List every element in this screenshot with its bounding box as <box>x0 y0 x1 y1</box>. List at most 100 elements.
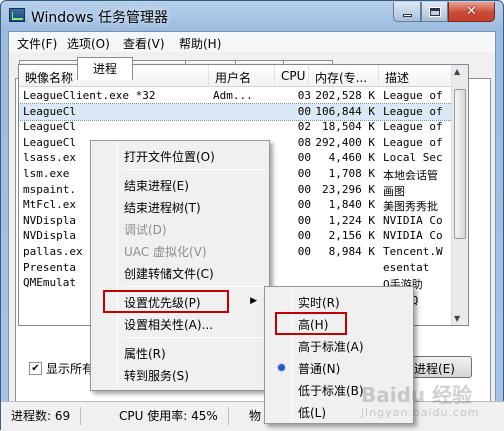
menu-item-label: 设置相关性(A)... <box>124 318 214 332</box>
priority-option[interactable]: 实时(R) <box>267 291 411 313</box>
maximize-button[interactable] <box>421 2 448 22</box>
menu-item-label: 转到服务(S) <box>124 369 189 383</box>
baidu-watermark: Baidu 经验 jingyan.baidu.com <box>361 379 480 419</box>
cell-user: Adm... <box>213 89 253 102</box>
menu-item-label: 结束进程树(T) <box>124 201 201 215</box>
context-menu-item[interactable]: 设置优先级(P) ▶ <box>93 290 267 313</box>
maximize-icon <box>428 6 441 17</box>
menu-separator <box>122 337 265 338</box>
cell-image-name: LeagueClient.exe *32 <box>23 89 156 102</box>
priority-option[interactable]: 高于标准(A) <box>267 335 411 357</box>
cell-memory: 292,400 K <box>315 135 375 149</box>
task-manager-window: Windows 任务管理器 ✕ 文件(F) 选项(O) 查看(V) 帮助(H) … <box>0 0 504 431</box>
cell-description: esentat <box>383 260 430 274</box>
priority-option-label: 高于标准(A) <box>298 340 364 354</box>
menu-options[interactable]: 选项(O) <box>67 35 110 52</box>
column-user[interactable]: 用户名 <box>209 65 275 87</box>
vertical-scrollbar[interactable]: ▲ ▼ <box>451 65 468 325</box>
priority-option-label: 实时(R) <box>298 296 340 310</box>
menu-help[interactable]: 帮助(H) <box>179 35 221 52</box>
menu-separator <box>122 169 265 170</box>
scroll-thumb[interactable] <box>454 89 466 239</box>
cell-description: League of <box>383 120 443 134</box>
cell-cpu: 00 <box>297 182 311 196</box>
menu-item-label: 属性(R) <box>124 347 166 361</box>
priority-option[interactable]: 高(H) <box>267 312 411 335</box>
cell-description: NVIDIA Co <box>383 213 443 227</box>
cell-cpu: 00 <box>297 167 311 180</box>
context-menu-item[interactable]: 属性(R) <box>93 342 267 364</box>
submenu-arrow-icon: ▶ <box>250 296 257 306</box>
menu-item-label: UAC 虚拟化(V) <box>124 245 207 259</box>
cell-cpu: 00 <box>297 245 311 258</box>
column-label: 映像名称 <box>25 71 74 85</box>
priority-option-label: 低(L) <box>298 406 327 420</box>
scroll-down-icon[interactable]: ▼ <box>454 314 460 323</box>
cell-memory: 1,708 K <box>328 167 375 180</box>
tab-processes[interactable]: 进程 <box>77 57 133 80</box>
cell-description: League of <box>383 89 443 102</box>
cell-memory: 4,460 K <box>328 151 375 165</box>
context-menu-item: UAC 虚拟化(V) <box>93 240 267 262</box>
cell-memory: 18,504 K <box>322 120 375 134</box>
column-memory[interactable]: 内存(专... <box>309 65 379 87</box>
menu-view[interactable]: 查看(V) <box>123 35 165 52</box>
status-process-count: 进程数: 69 <box>11 407 82 425</box>
menu-item-label: 创建转储文件(C) <box>124 267 214 281</box>
status-cpu-usage: CPU 使用率: 45% <box>119 407 229 425</box>
highlight-box <box>275 312 347 335</box>
cell-memory: 23,296 K <box>322 182 375 196</box>
cell-cpu: 00 <box>297 198 311 212</box>
title-bar[interactable]: Windows 任务管理器 ✕ <box>1 1 503 31</box>
show-all-users-checkbox[interactable]: ✔ 显示所有 <box>29 360 94 377</box>
process-row[interactable]: LeagueCl 00 106,844 K League of <box>19 102 468 121</box>
show-all-label: 显示所有 <box>46 362 95 376</box>
menu-item-label: 打开文件位置(O) <box>124 150 215 164</box>
context-menu-item[interactable]: 设置相关性(A)... <box>93 313 267 335</box>
watermark-brand: Baidu 经验 <box>361 383 473 407</box>
column-cpu[interactable]: CPU <box>275 65 309 87</box>
priority-option-label: 低于标准(B) <box>298 384 364 398</box>
cell-cpu: 08 <box>297 135 311 149</box>
watermark-url: jingyan.baidu.com <box>361 406 480 419</box>
process-context-menu: 打开文件位置(O) 结束进程(E) 结束进程树(T) 调试(D) UAC 虚拟化(V) 创… <box>90 140 270 391</box>
highlight-box <box>103 290 229 313</box>
cell-cpu: 00 <box>297 213 311 227</box>
window-title: Windows 任务管理器 <box>31 10 168 26</box>
menu-item-label: 调试(D) <box>124 223 167 237</box>
context-menu-item: 调试(D) <box>93 218 267 240</box>
cell-memory: 8,984 K <box>328 245 375 258</box>
close-button[interactable]: ✕ <box>448 2 495 22</box>
menu-item-label: 结束进程(E) <box>124 179 189 193</box>
cell-cpu: 03 <box>297 89 311 102</box>
scroll-up-icon[interactable]: ▲ <box>454 67 460 76</box>
checkbox-checked-icon: ✔ <box>29 362 42 375</box>
cell-description: NVIDIA Co <box>383 229 443 243</box>
priority-option[interactable]: 普通(N) <box>267 357 411 379</box>
process-row[interactable]: LeagueClient.exe *32 Adm... 03 202,528 K Lea… <box>19 88 468 104</box>
cell-memory: 202,528 K <box>315 89 375 102</box>
task-manager-icon <box>9 8 25 22</box>
minimize-button[interactable] <box>393 2 421 22</box>
radio-selected-icon <box>278 364 285 371</box>
context-menu-item[interactable]: 转到服务(S) <box>93 364 267 386</box>
cell-description: League of <box>383 135 443 149</box>
context-menu-item[interactable]: 结束进程树(T) <box>93 196 267 218</box>
context-menu-item[interactable]: 创建转储文件(C) <box>93 262 267 284</box>
cell-description: 本地会话管 <box>383 169 438 182</box>
priority-option-label: 普通(N) <box>298 362 341 376</box>
cell-image-name: LeagueCl <box>23 120 76 134</box>
context-menu-item[interactable]: 结束进程(E) <box>93 174 267 196</box>
cell-cpu: 00 <box>297 229 311 243</box>
menu-file[interactable]: 文件(F) <box>17 35 57 52</box>
context-menu-item[interactable]: 打开文件位置(O) <box>93 145 267 167</box>
cell-description: Tencent.W <box>383 245 443 258</box>
cell-memory: 1,840 K <box>328 198 375 212</box>
cell-cpu: 00 <box>297 104 311 118</box>
cell-memory: 106,844 K <box>315 104 375 118</box>
process-row[interactable]: LeagueCl 02 18,504 K League of <box>19 119 468 135</box>
cell-image-name: LeagueCl <box>23 104 76 118</box>
minimize-icon <box>402 14 412 17</box>
column-description[interactable]: 描述 <box>379 65 455 87</box>
cell-memory: 1,224 K <box>328 213 375 227</box>
